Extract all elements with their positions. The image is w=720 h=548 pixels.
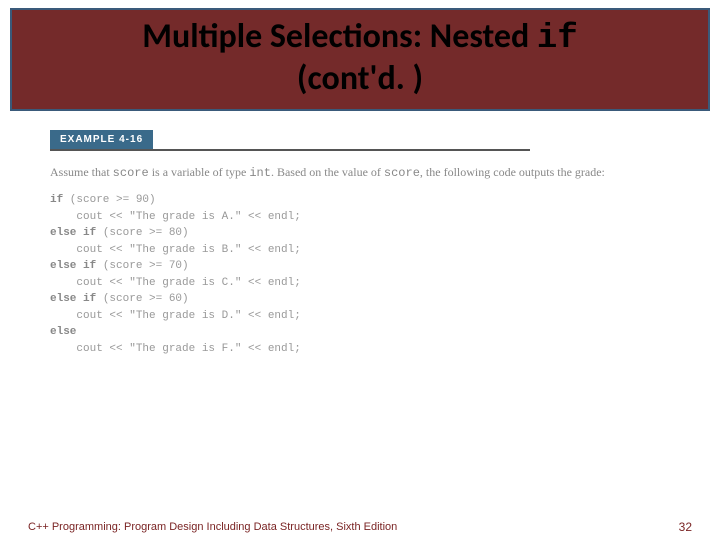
code-rest: cout << "The grade is A." << endl;: [50, 211, 301, 223]
footer-text: C++ Programming: Program Design Includin…: [28, 521, 397, 533]
divider: [50, 149, 530, 151]
slide-content: EXAMPLE 4-16 Assume that score is a vari…: [0, 111, 720, 357]
title-line-2: (cont'd. ): [20, 58, 700, 99]
intro-m2: int: [249, 166, 271, 180]
code-block: if (score >= 90) cout << "The grade is A…: [50, 192, 670, 357]
page-number: 32: [679, 520, 692, 534]
intro-t1: Assume that: [50, 165, 113, 179]
code-line: else if (score >= 70): [50, 258, 670, 275]
code-rest: cout << "The grade is C." << endl;: [50, 277, 301, 289]
intro-m3: score: [384, 166, 420, 180]
code-line: else if (score >= 60): [50, 291, 670, 308]
code-line: cout << "The grade is F." << endl;: [50, 341, 670, 358]
intro-m1: score: [113, 166, 149, 180]
code-line: cout << "The grade is B." << endl;: [50, 242, 670, 259]
code-rest: (score >= 60): [96, 293, 188, 305]
code-rest: (score >= 70): [96, 260, 188, 272]
code-line: cout << "The grade is D." << endl;: [50, 308, 670, 325]
title-mono-if: if: [537, 20, 578, 58]
code-line: else: [50, 324, 670, 341]
title-prefix: Multiple Selections: Nested: [142, 16, 537, 57]
intro-t3: . Based on the value of: [271, 165, 384, 179]
code-rest: cout << "The grade is F." << endl;: [50, 343, 301, 355]
code-line: else if (score >= 80): [50, 225, 670, 242]
slide-title-box: Multiple Selections: Nested if (cont'd. …: [10, 8, 710, 111]
code-keyword: else if: [50, 260, 96, 272]
code-keyword: else: [50, 326, 76, 338]
code-rest: cout << "The grade is B." << endl;: [50, 244, 301, 256]
intro-t4: , the following code outputs the grade:: [420, 165, 605, 179]
code-line: cout << "The grade is A." << endl;: [50, 209, 670, 226]
title-line-1: Multiple Selections: Nested if: [20, 16, 700, 58]
code-keyword: if: [50, 194, 63, 206]
intro-t2: is a variable of type: [149, 165, 250, 179]
intro-text: Assume that score is a variable of type …: [50, 163, 610, 182]
footer: C++ Programming: Program Design Includin…: [0, 520, 720, 534]
code-keyword: else if: [50, 227, 96, 239]
code-line: cout << "The grade is C." << endl;: [50, 275, 670, 292]
example-tag: EXAMPLE 4-16: [50, 130, 153, 149]
code-rest: cout << "The grade is D." << endl;: [50, 310, 301, 322]
code-line: if (score >= 90): [50, 192, 670, 209]
code-keyword: else if: [50, 293, 96, 305]
code-rest: (score >= 90): [63, 194, 155, 206]
code-rest: (score >= 80): [96, 227, 188, 239]
